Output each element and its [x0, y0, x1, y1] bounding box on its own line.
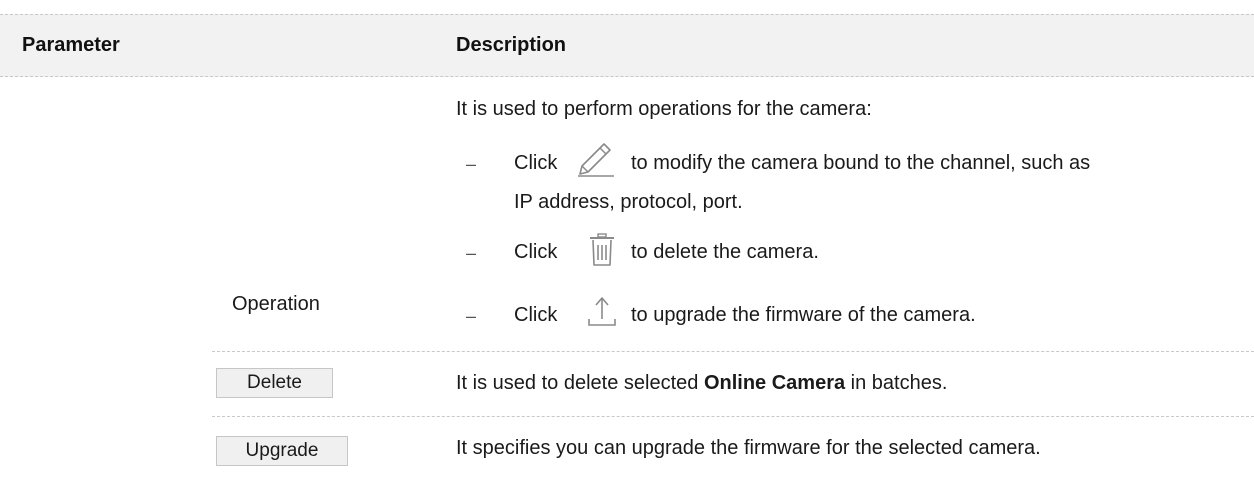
row-divider [212, 416, 1254, 417]
upgrade-button[interactable]: Upgrade [216, 436, 348, 466]
delete-description: It is used to delete selected Online Cam… [456, 372, 948, 394]
table-header: Parameter Description [0, 14, 1254, 77]
param-operation: Operation [232, 293, 320, 315]
header-parameter: Parameter [22, 34, 120, 56]
click-label: Click [514, 241, 558, 263]
edit-pencil-icon [576, 141, 616, 182]
item-text-continued: IP address, protocol, port. [514, 191, 743, 213]
bullet: – [466, 243, 477, 263]
bullet: – [466, 306, 477, 326]
online-camera-term: Online Camera [703, 372, 846, 394]
item-text: to modify the camera bound to the channe… [631, 152, 1091, 174]
item-text: to upgrade the firmware of the camera. [631, 304, 976, 326]
bullet: – [466, 154, 477, 174]
trash-icon [587, 232, 617, 273]
click-label: Click [514, 152, 558, 174]
upload-icon [586, 295, 618, 334]
header-description: Description [456, 34, 567, 56]
row-divider [212, 351, 1254, 352]
upgrade-description: It specifies you can upgrade the firmwar… [456, 437, 1041, 459]
item-text: to delete the camera. [631, 241, 819, 263]
click-label: Click [514, 304, 558, 326]
delete-button[interactable]: Delete [216, 368, 333, 398]
operation-intro: It is used to perform operations for the… [456, 98, 872, 120]
